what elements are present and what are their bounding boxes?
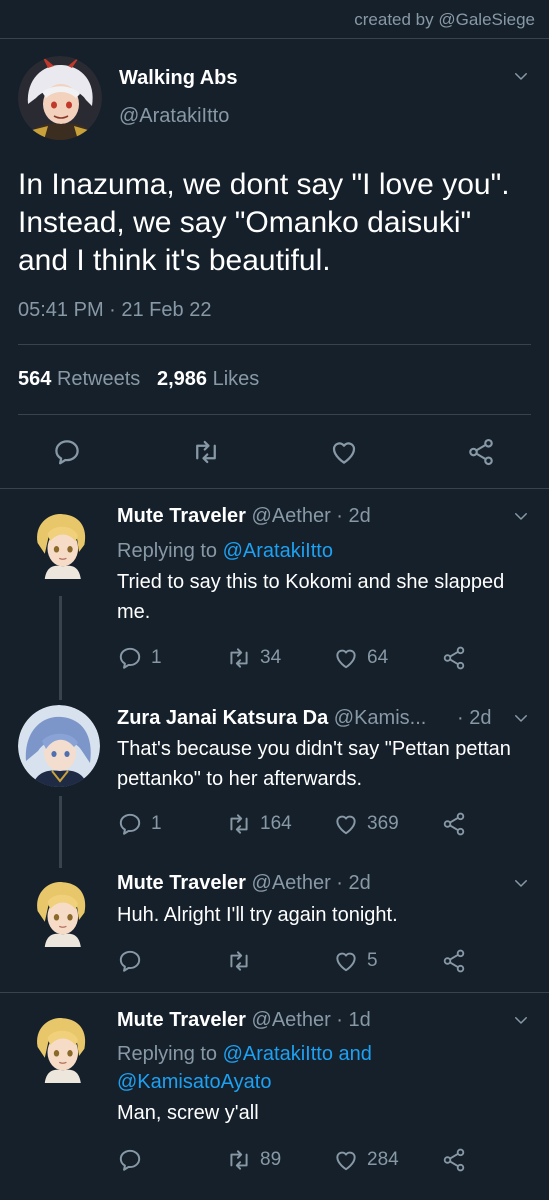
thread-line xyxy=(59,596,62,700)
author-name[interactable]: Walking Abs xyxy=(119,67,238,90)
share-button[interactable] xyxy=(441,811,467,837)
reply-text: That's because you didn't say "Pettan pe… xyxy=(117,738,511,790)
retweet-button[interactable]: 89 xyxy=(226,1147,281,1173)
likes-label[interactable]: Likes xyxy=(213,368,260,390)
author-name[interactable]: Mute Traveler xyxy=(117,505,246,527)
reply-icon xyxy=(117,1147,143,1173)
reply-icon[interactable] xyxy=(52,437,82,467)
thread-line xyxy=(59,796,62,868)
share-icon[interactable] xyxy=(466,437,496,467)
reply-icon xyxy=(117,948,143,974)
reply-count: 1 xyxy=(151,813,162,834)
tweet-timestamp[interactable]: 05:41 PM · 21 Feb 22 xyxy=(18,299,211,322)
like-count: 284 xyxy=(367,1149,399,1170)
like-button[interactable]: 5 xyxy=(333,948,378,974)
share-button[interactable] xyxy=(441,645,467,671)
replying-to: Replying to @AratakiItto and @KamisatoAy… xyxy=(117,1040,527,1096)
retweet-count: 89 xyxy=(260,1149,282,1170)
retweet-button[interactable]: 164 xyxy=(226,811,292,837)
tweet-text: In Inazuma, we dont say "I love you". In… xyxy=(18,168,510,277)
reply-text: Man, screw y'all xyxy=(117,1102,259,1124)
like-count: 5 xyxy=(367,950,378,971)
retweet-count: 164 xyxy=(260,813,292,834)
credit-text: created by @GaleSiege xyxy=(354,10,535,29)
like-button[interactable]: 369 xyxy=(333,811,399,837)
ayato-avatar-image xyxy=(18,705,100,787)
share-button[interactable] xyxy=(441,1147,467,1173)
like-icon xyxy=(333,948,359,974)
likes-count[interactable]: 2,986 xyxy=(157,368,207,390)
share-icon xyxy=(441,645,467,671)
reply-header: Mute Traveler @Aether · 1d xyxy=(117,1009,371,1032)
itto-avatar-image xyxy=(18,56,102,140)
author-name[interactable]: Mute Traveler xyxy=(117,872,246,894)
share-icon xyxy=(441,1147,467,1173)
tweet-time[interactable]: · 2d xyxy=(457,707,491,730)
like-icon[interactable] xyxy=(329,437,359,467)
replying-to: Replying to @AratakiItto xyxy=(117,537,527,565)
like-count: 369 xyxy=(367,813,399,834)
divider xyxy=(18,344,531,345)
reply-text: Huh. Alright I'll try again tonight. xyxy=(117,904,398,926)
author-handle[interactable]: @Aether · 1d xyxy=(252,1009,371,1031)
chevron-down-icon[interactable] xyxy=(512,709,530,727)
author-handle[interactable]: @Aether · 2d xyxy=(252,872,371,894)
retweet-icon[interactable] xyxy=(191,437,221,467)
retweet-icon xyxy=(226,1147,252,1173)
reply-header: Mute Traveler @Aether · 2d xyxy=(117,872,371,895)
reply-button[interactable]: 1 xyxy=(117,645,162,671)
retweet-count: 34 xyxy=(260,647,282,668)
reply-button[interactable] xyxy=(117,948,151,974)
like-button[interactable]: 284 xyxy=(333,1147,399,1173)
reply-icon xyxy=(117,645,143,671)
author-name[interactable]: Zura Janai Katsura Da xyxy=(117,707,328,729)
like-icon xyxy=(333,811,359,837)
divider xyxy=(0,992,549,993)
reply-header: Zura Janai Katsura Da @Kamis... xyxy=(117,707,426,730)
retweets-label[interactable]: Retweets xyxy=(57,368,140,390)
retweet-button[interactable]: 34 xyxy=(226,645,281,671)
chevron-down-icon[interactable] xyxy=(512,67,530,85)
retweet-icon xyxy=(226,948,252,974)
reply-text: Tried to say this to Kokomi and she slap… xyxy=(117,571,505,623)
chevron-down-icon[interactable] xyxy=(512,874,530,892)
chevron-down-icon[interactable] xyxy=(512,507,530,525)
avatar[interactable] xyxy=(25,1006,97,1088)
retweet-icon xyxy=(226,811,252,837)
avatar[interactable] xyxy=(25,870,97,952)
share-icon xyxy=(441,811,467,837)
author-handle[interactable]: @Kamis... xyxy=(334,707,427,729)
tweet-stats: 564 Retweets 2,986 Likes xyxy=(18,368,259,391)
author-handle[interactable]: @AratakiItto xyxy=(119,105,229,128)
reply-button[interactable]: 1 xyxy=(117,811,162,837)
replying-prefix: Replying to xyxy=(117,1043,223,1065)
divider xyxy=(18,414,531,415)
avatar[interactable] xyxy=(25,502,97,584)
mention-link[interactable]: @AratakiItto xyxy=(223,540,333,562)
share-button[interactable] xyxy=(441,948,467,974)
reply-count: 1 xyxy=(151,647,162,668)
like-icon xyxy=(333,1147,359,1173)
reply-button[interactable] xyxy=(117,1147,151,1173)
chevron-down-icon[interactable] xyxy=(512,1011,530,1029)
author-name[interactable]: Mute Traveler xyxy=(117,1009,246,1031)
divider xyxy=(0,488,549,489)
reply-icon xyxy=(117,811,143,837)
like-icon xyxy=(333,645,359,671)
share-icon xyxy=(441,948,467,974)
divider xyxy=(0,38,549,39)
retweet-button[interactable] xyxy=(226,948,260,974)
replying-prefix: Replying to xyxy=(117,540,223,562)
retweets-count[interactable]: 564 xyxy=(18,368,51,390)
reply-header: Mute Traveler @Aether · 2d xyxy=(117,505,371,528)
like-button[interactable]: 64 xyxy=(333,645,388,671)
like-count: 64 xyxy=(367,647,389,668)
avatar[interactable] xyxy=(18,56,102,140)
retweet-icon xyxy=(226,645,252,671)
avatar[interactable] xyxy=(18,705,100,787)
author-handle[interactable]: @Aether · 2d xyxy=(252,505,371,527)
